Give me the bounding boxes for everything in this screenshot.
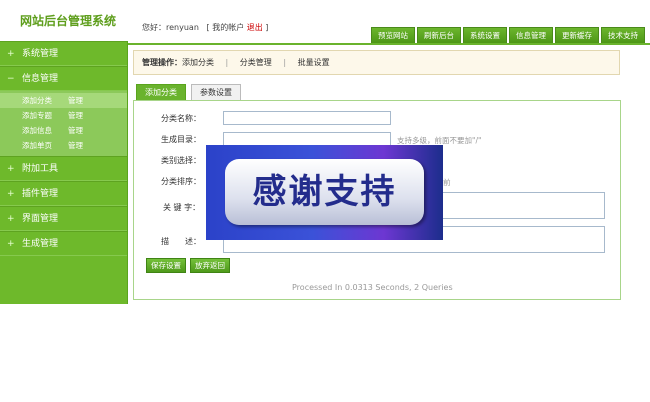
- thanks-text: 感谢支持: [252, 172, 397, 212]
- bracket-open: [: [206, 23, 210, 32]
- action-bar: 管理操作：添加分类 | 分类管理 | 批量设置: [133, 50, 620, 75]
- header-divider: [128, 43, 650, 45]
- my-account-link[interactable]: 我的帐户: [212, 23, 244, 32]
- expand-icon: +: [7, 189, 15, 199]
- keywords-label: 关 键 字：: [163, 203, 201, 212]
- sidebar-item-add-page: 添加单页 管理: [0, 138, 127, 153]
- category-order-label: 分类排序：: [161, 177, 201, 186]
- sidebar-item-add-category: 添加分类 管理: [0, 93, 127, 108]
- expand-icon: +: [7, 214, 15, 224]
- separator: |: [225, 58, 229, 67]
- sidebar-section-label: 插件管理: [22, 189, 59, 199]
- action-category-management[interactable]: 分类管理: [240, 58, 272, 67]
- top-link-update-cache[interactable]: 更新缓存: [555, 27, 599, 44]
- sidebar-section-system[interactable]: + 系统管理: [0, 41, 127, 66]
- greeting-label: 您好：: [142, 23, 166, 32]
- separator: |: [283, 58, 287, 67]
- action-batch-settings[interactable]: 批量设置: [298, 58, 330, 67]
- expand-icon: +: [7, 164, 15, 174]
- sidebar-item-manage-link[interactable]: 管理: [68, 108, 83, 123]
- thanks-banner-image: 感谢支持: [206, 145, 443, 240]
- welcome-bar: 您好：renyuan [ 我的帐户 退出 ]: [142, 22, 268, 33]
- username: renyuan: [166, 23, 199, 32]
- sidebar-section-label: 生成管理: [22, 239, 59, 249]
- top-link-tech-support[interactable]: 技术支持: [601, 27, 645, 44]
- category-type-label: 类别选择：: [161, 156, 201, 165]
- sidebar-item-link[interactable]: 添加单页: [22, 138, 68, 153]
- generate-dir-input[interactable]: [223, 132, 391, 146]
- sidebar-section-label: 界面管理: [22, 214, 59, 224]
- category-order-hint: 前: [443, 178, 451, 187]
- cancel-button[interactable]: 放弃返回: [190, 258, 230, 273]
- sidebar-item-add-topic: 添加专题 管理: [0, 108, 127, 123]
- top-link-info-management[interactable]: 信息管理: [509, 27, 553, 44]
- category-name-label: 分类名称：: [161, 114, 201, 123]
- sidebar-section-label: 系统管理: [22, 49, 59, 59]
- sidebar-section-tools[interactable]: + 附加工具: [0, 156, 127, 181]
- sidebar-item-link[interactable]: 添加专题: [22, 108, 68, 123]
- logo-text: 网站后台管理系统: [20, 14, 117, 28]
- sidebar: + 系统管理 − 信息管理 添加分类 管理 添加专题 管理 添加信息 管理 添加…: [0, 41, 128, 304]
- top-link-refresh-admin[interactable]: 刷新后台: [417, 27, 461, 44]
- sidebar-item-manage-link[interactable]: 管理: [68, 93, 83, 108]
- tab-add-category[interactable]: 添加分类: [136, 84, 186, 101]
- sidebar-item-link[interactable]: 添加分类: [22, 93, 68, 108]
- top-link-system-settings[interactable]: 系统设置: [463, 27, 507, 44]
- bracket-close: ]: [265, 23, 269, 32]
- thanks-plate: 感谢支持: [225, 159, 424, 225]
- generate-dir-label: 生成目录：: [161, 135, 201, 144]
- action-bar-prefix: 管理操作：: [142, 58, 182, 67]
- sidebar-item-link[interactable]: 添加信息: [22, 123, 68, 138]
- sidebar-item-manage-link[interactable]: 管理: [68, 123, 83, 138]
- processed-info: Processed In 0.0313 Seconds, 2 Queries: [292, 283, 453, 292]
- sidebar-info-submenu: 添加分类 管理 添加专题 管理 添加信息 管理 添加单页 管理: [0, 91, 127, 156]
- category-name-input[interactable]: [223, 111, 391, 125]
- sidebar-section-generate[interactable]: + 生成管理: [0, 231, 127, 256]
- sidebar-section-info[interactable]: − 信息管理: [0, 66, 127, 91]
- tab-parameter-settings[interactable]: 参数设置: [191, 84, 241, 101]
- logout-link[interactable]: 退出: [247, 23, 263, 32]
- header: 网站后台管理系统 您好：renyuan [ 我的帐户 退出 ] 预览网站 刷新后…: [0, 0, 650, 45]
- save-button[interactable]: 保存设置: [146, 258, 186, 273]
- action-add-category[interactable]: 添加分类: [182, 58, 214, 67]
- expand-icon: +: [7, 49, 15, 59]
- expand-icon: +: [7, 239, 15, 249]
- top-nav: 预览网站 刷新后台 系统设置 信息管理 更新缓存 技术支持: [369, 27, 645, 44]
- sidebar-item-manage-link[interactable]: 管理: [68, 138, 83, 153]
- top-link-preview-site[interactable]: 预览网站: [371, 27, 415, 44]
- form-tabs: 添加分类 参数设置: [136, 84, 246, 101]
- sidebar-section-label: 信息管理: [22, 74, 59, 84]
- sidebar-section-plugins[interactable]: + 插件管理: [0, 181, 127, 206]
- description-label: 描 述：: [161, 237, 201, 246]
- sidebar-section-label: 附加工具: [22, 164, 59, 174]
- collapse-icon: −: [7, 74, 15, 84]
- sidebar-item-add-info: 添加信息 管理: [0, 123, 127, 138]
- sidebar-section-interface[interactable]: + 界面管理: [0, 206, 127, 231]
